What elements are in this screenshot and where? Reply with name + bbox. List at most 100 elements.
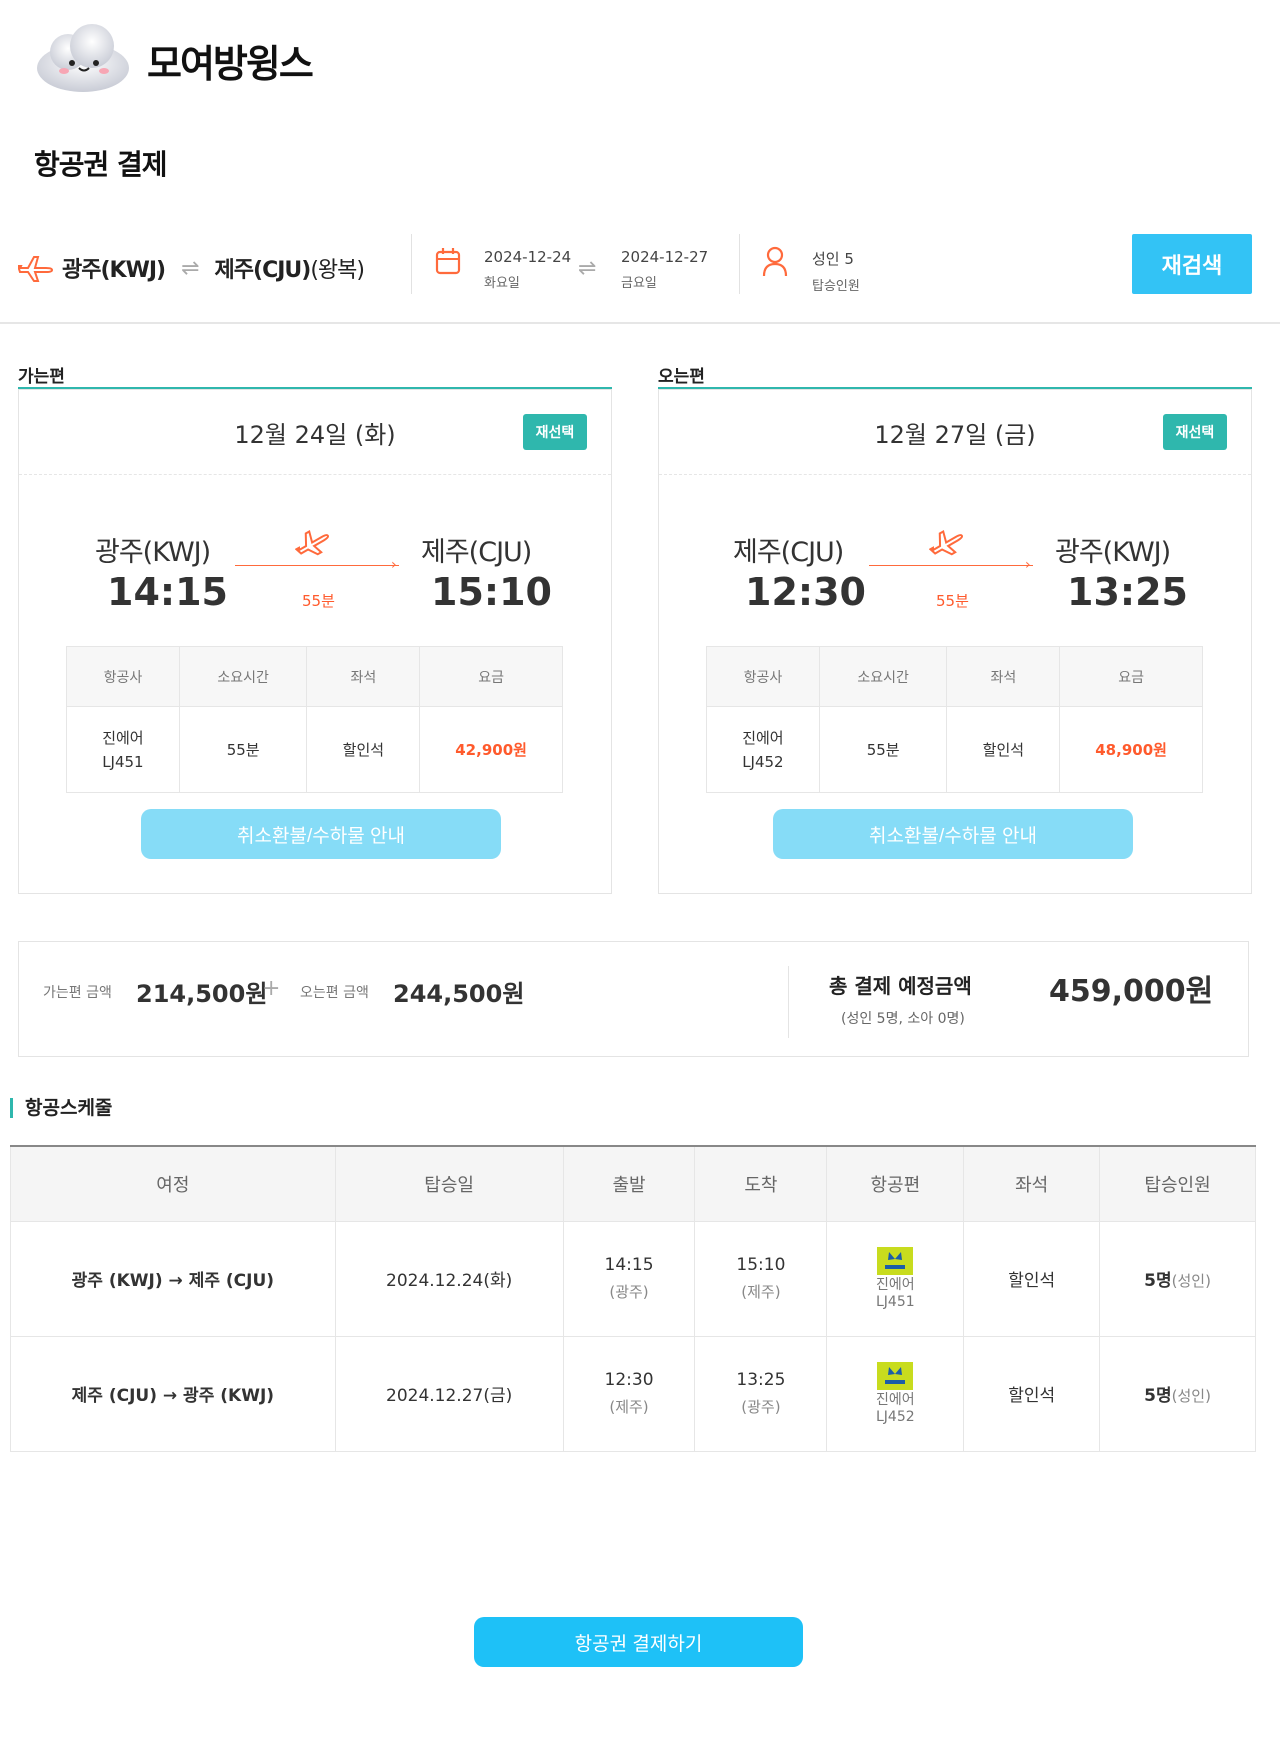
passenger-cell: 5명(성인)	[1099, 1220, 1256, 1337]
seat-cell: 할인석	[946, 706, 1061, 793]
depart-city: (제주)	[609, 1398, 649, 1416]
arrow-head-icon: ›	[1025, 557, 1031, 573]
inbound-refund-info-button[interactable]: 취소환불/수하물 안내	[773, 809, 1133, 859]
flight-cell: 진에어 LJ451	[826, 1220, 965, 1337]
route-cell: 제주 (CJU) → 광주 (KWJ)	[10, 1335, 336, 1452]
col-arrive: 도착	[694, 1146, 828, 1222]
date-cell: 2024.12.27(금)	[334, 1335, 564, 1452]
col-seat: 좌석	[946, 646, 1061, 707]
re-search-button[interactable]: 재검색	[1132, 234, 1252, 294]
depart-date-value: 2024-12-24	[484, 248, 572, 266]
passenger-label: 탑승인원	[812, 279, 860, 294]
inbound-amount-label: 오는편 금액	[300, 985, 369, 1001]
search-summary-bar: 광주(KWJ) ⇌ 제주(CJU) (왕복) 2024-12-24 화요일 ⇌ …	[0, 228, 1280, 324]
arrive-city: (광주)	[741, 1398, 781, 1416]
outbound-refund-info-button[interactable]: 취소환불/수하물 안내	[141, 809, 501, 859]
fare-cell: 48,900원	[1059, 706, 1203, 793]
airline-name: 진에어	[742, 728, 784, 747]
outbound-from-time: 14:15	[107, 570, 228, 614]
plane-icon	[928, 526, 965, 562]
col-airline: 항공사	[66, 646, 180, 707]
outbound-leg-label: 가는편	[18, 367, 65, 387]
airline-cell: 진에어 LJ452	[706, 706, 820, 793]
passenger-count: 5명	[1144, 1386, 1172, 1406]
schedule-title: 항공스케줄	[10, 1098, 112, 1118]
return-day: 금요일	[621, 276, 657, 291]
airline-name: 진에어	[875, 1276, 915, 1293]
passenger-info: 성인 5 탑승인원	[812, 248, 860, 294]
flight-cell: 진에어 LJ452	[826, 1335, 965, 1452]
plane-icon	[294, 526, 331, 562]
plus-sign: +	[262, 976, 281, 1001]
inbound-date: 12월 27일 (금)	[874, 420, 1036, 449]
inbound-reselect-button[interactable]: 재선택	[1163, 414, 1227, 450]
depart-date: 2024-12-24 화요일	[484, 248, 571, 291]
passenger-type: (성인)	[1171, 1272, 1211, 1290]
depart-cell: 12:30 (제주)	[562, 1335, 696, 1452]
date-cell: 2024.12.24(화)	[334, 1220, 564, 1337]
total-pax-note: (성인 5명, 소아 0명)	[841, 1011, 965, 1027]
route-arrow-line	[869, 565, 1033, 566]
outbound-to-city: 제주(CJU)	[421, 537, 532, 568]
arrive-city: (제주)	[741, 1283, 781, 1301]
fare-cell: 42,900원	[419, 706, 563, 793]
schedule-table: 여정 탑승일 출발 도착 항공편 좌석 탑승인원 광주 (KWJ) → 제주 (…	[10, 1145, 1256, 1452]
table-row: 제주 (CJU) → 광주 (KWJ) 2024.12.27(금) 12:30 (…	[10, 1335, 1256, 1452]
calendar-icon	[434, 246, 462, 280]
depart-day: 화요일	[484, 276, 520, 291]
route-cell: 광주 (KWJ) → 제주 (CJU)	[10, 1220, 336, 1337]
airline-name: 진에어	[102, 728, 144, 747]
arrive-time: 13:25	[736, 1370, 786, 1390]
arrive-cell: 13:25 (광주)	[694, 1335, 828, 1452]
page-title: 항공권 결제	[34, 148, 168, 181]
brand-name[interactable]: 모여방윙스	[147, 33, 314, 88]
outbound-reselect-button[interactable]: 재선택	[523, 414, 587, 450]
col-board-date: 탑승일	[334, 1146, 564, 1222]
seat-cell: 할인석	[963, 1220, 1101, 1337]
col-flight: 항공편	[826, 1146, 965, 1222]
brand-logo-icon[interactable]	[34, 18, 132, 94]
inbound-from-time: 12:30	[745, 570, 866, 614]
route-summary: 광주(KWJ) ⇌ 제주(CJU) (왕복)	[18, 248, 365, 288]
col-duration: 소요시간	[178, 646, 308, 707]
pay-button[interactable]: 항공권 결제하기	[474, 1617, 803, 1667]
col-seat: 좌석	[306, 646, 421, 707]
swap-arrows-icon: ⇌	[578, 256, 597, 281]
depart-time: 14:15	[604, 1255, 654, 1275]
col-passengers: 탑승인원	[1099, 1146, 1256, 1222]
outbound-date: 12월 24일 (화)	[234, 420, 396, 449]
outbound-amount: 214,500원	[136, 980, 268, 1008]
airline-cell: 진에어 LJ451	[66, 706, 180, 793]
route-arrow-line	[235, 565, 399, 566]
duration-cell: 55분	[818, 706, 948, 793]
inbound-amount: 244,500원	[393, 980, 525, 1008]
jinair-logo-icon	[877, 1361, 914, 1390]
total-amount-label: 총 결제 예정금액	[829, 974, 972, 998]
total-amount: 459,000원	[1049, 974, 1214, 1009]
destination-text: 제주(CJU)	[214, 258, 312, 283]
outbound-to-time: 15:10	[431, 570, 552, 614]
outbound-amount-label: 가는편 금액	[43, 985, 112, 1001]
airline-name: 진에어	[875, 1391, 915, 1408]
flight-number: LJ451	[875, 1293, 915, 1310]
duration-cell: 55분	[178, 706, 308, 793]
trip-type-text: (왕복)	[310, 258, 365, 283]
col-fare: 요금	[419, 646, 563, 707]
divider	[739, 234, 740, 294]
seat-cell: 할인석	[963, 1335, 1101, 1452]
table-row: 광주 (KWJ) → 제주 (CJU) 2024.12.24(화) 14:15 (…	[10, 1220, 1256, 1337]
col-seat: 좌석	[963, 1146, 1101, 1222]
seat-cell: 할인석	[306, 706, 421, 793]
origin-text: 광주(KWJ)	[62, 258, 166, 283]
swap-arrows-icon: ⇌	[181, 255, 199, 281]
inbound-to-time: 13:25	[1067, 570, 1188, 614]
outbound-flight-card: 12월 24일 (화) 재선택 광주(KWJ) 14:15 › 55분 제주(C…	[18, 389, 612, 894]
passenger-count: 5명	[1144, 1271, 1172, 1291]
passenger-type: (성인)	[1171, 1387, 1211, 1405]
flight-number: LJ452	[875, 1408, 915, 1425]
price-summary-box: 가는편 금액 214,500원 + 오는편 금액 244,500원 총 결제 예…	[18, 941, 1249, 1057]
depart-cell: 14:15 (광주)	[562, 1220, 696, 1337]
return-date-value: 2024-12-27	[621, 248, 709, 266]
outbound-duration: 55분	[302, 592, 335, 610]
col-duration: 소요시간	[818, 646, 948, 707]
